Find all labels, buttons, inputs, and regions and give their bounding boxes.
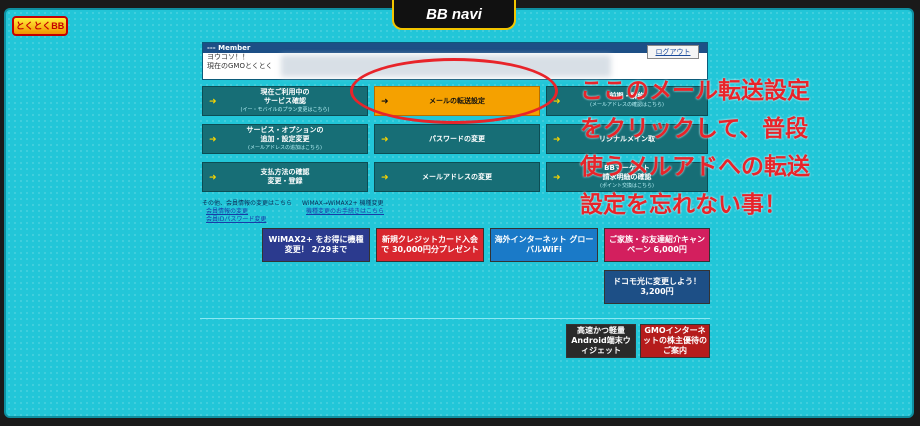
- member-info-link[interactable]: 会員情報の変更: [202, 208, 292, 216]
- menu-button-4[interactable]: ➜ サービス・オプションの 追加・設定変更 (メールアドレスの追加はこちら): [202, 124, 368, 154]
- menu-button-7[interactable]: ➜ 支払方法の確認 変更・登録: [202, 162, 368, 192]
- shareholder-banner[interactable]: GMOインターネットの株主優待のご案内: [640, 324, 710, 358]
- arrow-icon: ➜: [209, 135, 217, 145]
- menu-button-sublabel: (メールアドレスの追加はこちら): [248, 144, 322, 151]
- menu-button-8[interactable]: ➜ メールアドレスの変更: [374, 162, 540, 192]
- menu-button-label: 支払方法の確認: [260, 168, 310, 176]
- arrow-icon: ➜: [381, 173, 389, 183]
- menu-button-label: メールアドレスの変更: [422, 172, 492, 181]
- menu-button-label: 変更・登録: [267, 177, 303, 185]
- wimax-banner[interactable]: WiMAX2+ をお得に機種変更！ 2/29まで: [262, 228, 370, 262]
- annotation-line: 使うメルアドへの転送: [580, 154, 810, 180]
- menu-button-label: 追加・設定変更: [260, 134, 310, 143]
- annotation-text: ここのメール転送設定 をクリックして、普段 使うメルアドへの転送 設定を忘れない…: [580, 72, 910, 224]
- highlight-ellipse: [350, 58, 558, 124]
- bb-navi-header: BB navi: [392, 0, 516, 30]
- menu-button-label: 現在ご利用中の: [260, 87, 310, 96]
- menu-button-sublabel: (イー・モバイルのプラン変更はこちら): [240, 106, 330, 113]
- menu-button-5[interactable]: ➜ パスワードの変更: [374, 124, 540, 154]
- member-heading: --- Member: [203, 43, 707, 53]
- menu-button-label: パスワードの変更: [429, 134, 485, 143]
- menu-button-label: サービス確認: [264, 96, 306, 105]
- other-links-title: その他、会員情報の変更はこちら: [202, 200, 293, 207]
- arrow-icon: ➜: [553, 135, 561, 145]
- credit-card-banner[interactable]: 新規クレジットカード入会で 30,000円分プレゼント: [376, 228, 484, 262]
- global-wifi-banner[interactable]: 海外インターネット グローバルWiFi: [490, 228, 598, 262]
- annotation-line: ここのメール転送設定: [580, 78, 810, 104]
- brand-logo[interactable]: とくとくBB: [12, 16, 68, 36]
- annotation-line: 設定を忘れない事！: [580, 192, 787, 218]
- divider: [200, 318, 710, 319]
- app-frame: BB navi とくとくBB --- Member ヨウコソ！！ 現在のGMOと…: [0, 0, 920, 426]
- wimax-links-title: WiMAX→WiMAX2+ 機種変更: [302, 200, 384, 207]
- android-widget-banner[interactable]: 高速かつ軽量 Android端末ウィジェット: [566, 324, 636, 358]
- other-links: その他、会員情報の変更はこちら 会員情報の変更 会員IDパスワード変更: [202, 200, 292, 224]
- logout-button[interactable]: ログアウト: [647, 45, 699, 59]
- arrow-icon: ➜: [209, 173, 217, 183]
- page-title: BB navi: [426, 5, 482, 23]
- wimax-links: WiMAX→WiMAX2+ 機種変更 機種変更のお手続きはこちら: [302, 200, 384, 216]
- annotation-line: をクリックして、普段: [580, 116, 809, 142]
- referral-banner[interactable]: ご家族・お友達紹介キャンペーン 6,000円: [604, 228, 710, 262]
- arrow-icon: ➜: [209, 97, 217, 107]
- menu-button-1[interactable]: ➜ 現在ご利用中の サービス確認 (イー・モバイルのプラン変更はこちら): [202, 86, 368, 116]
- arrow-icon: ➜: [553, 173, 561, 183]
- docomo-hikari-banner[interactable]: ドコモ光に変更しよう！ 3,200円: [604, 270, 710, 304]
- password-change-link[interactable]: 会員IDパスワード変更: [202, 216, 292, 224]
- wimax-change-link[interactable]: 機種変更のお手続きはこちら: [302, 208, 384, 216]
- arrow-icon: ➜: [381, 135, 389, 145]
- menu-button-label: サービス・オプションの: [246, 125, 324, 134]
